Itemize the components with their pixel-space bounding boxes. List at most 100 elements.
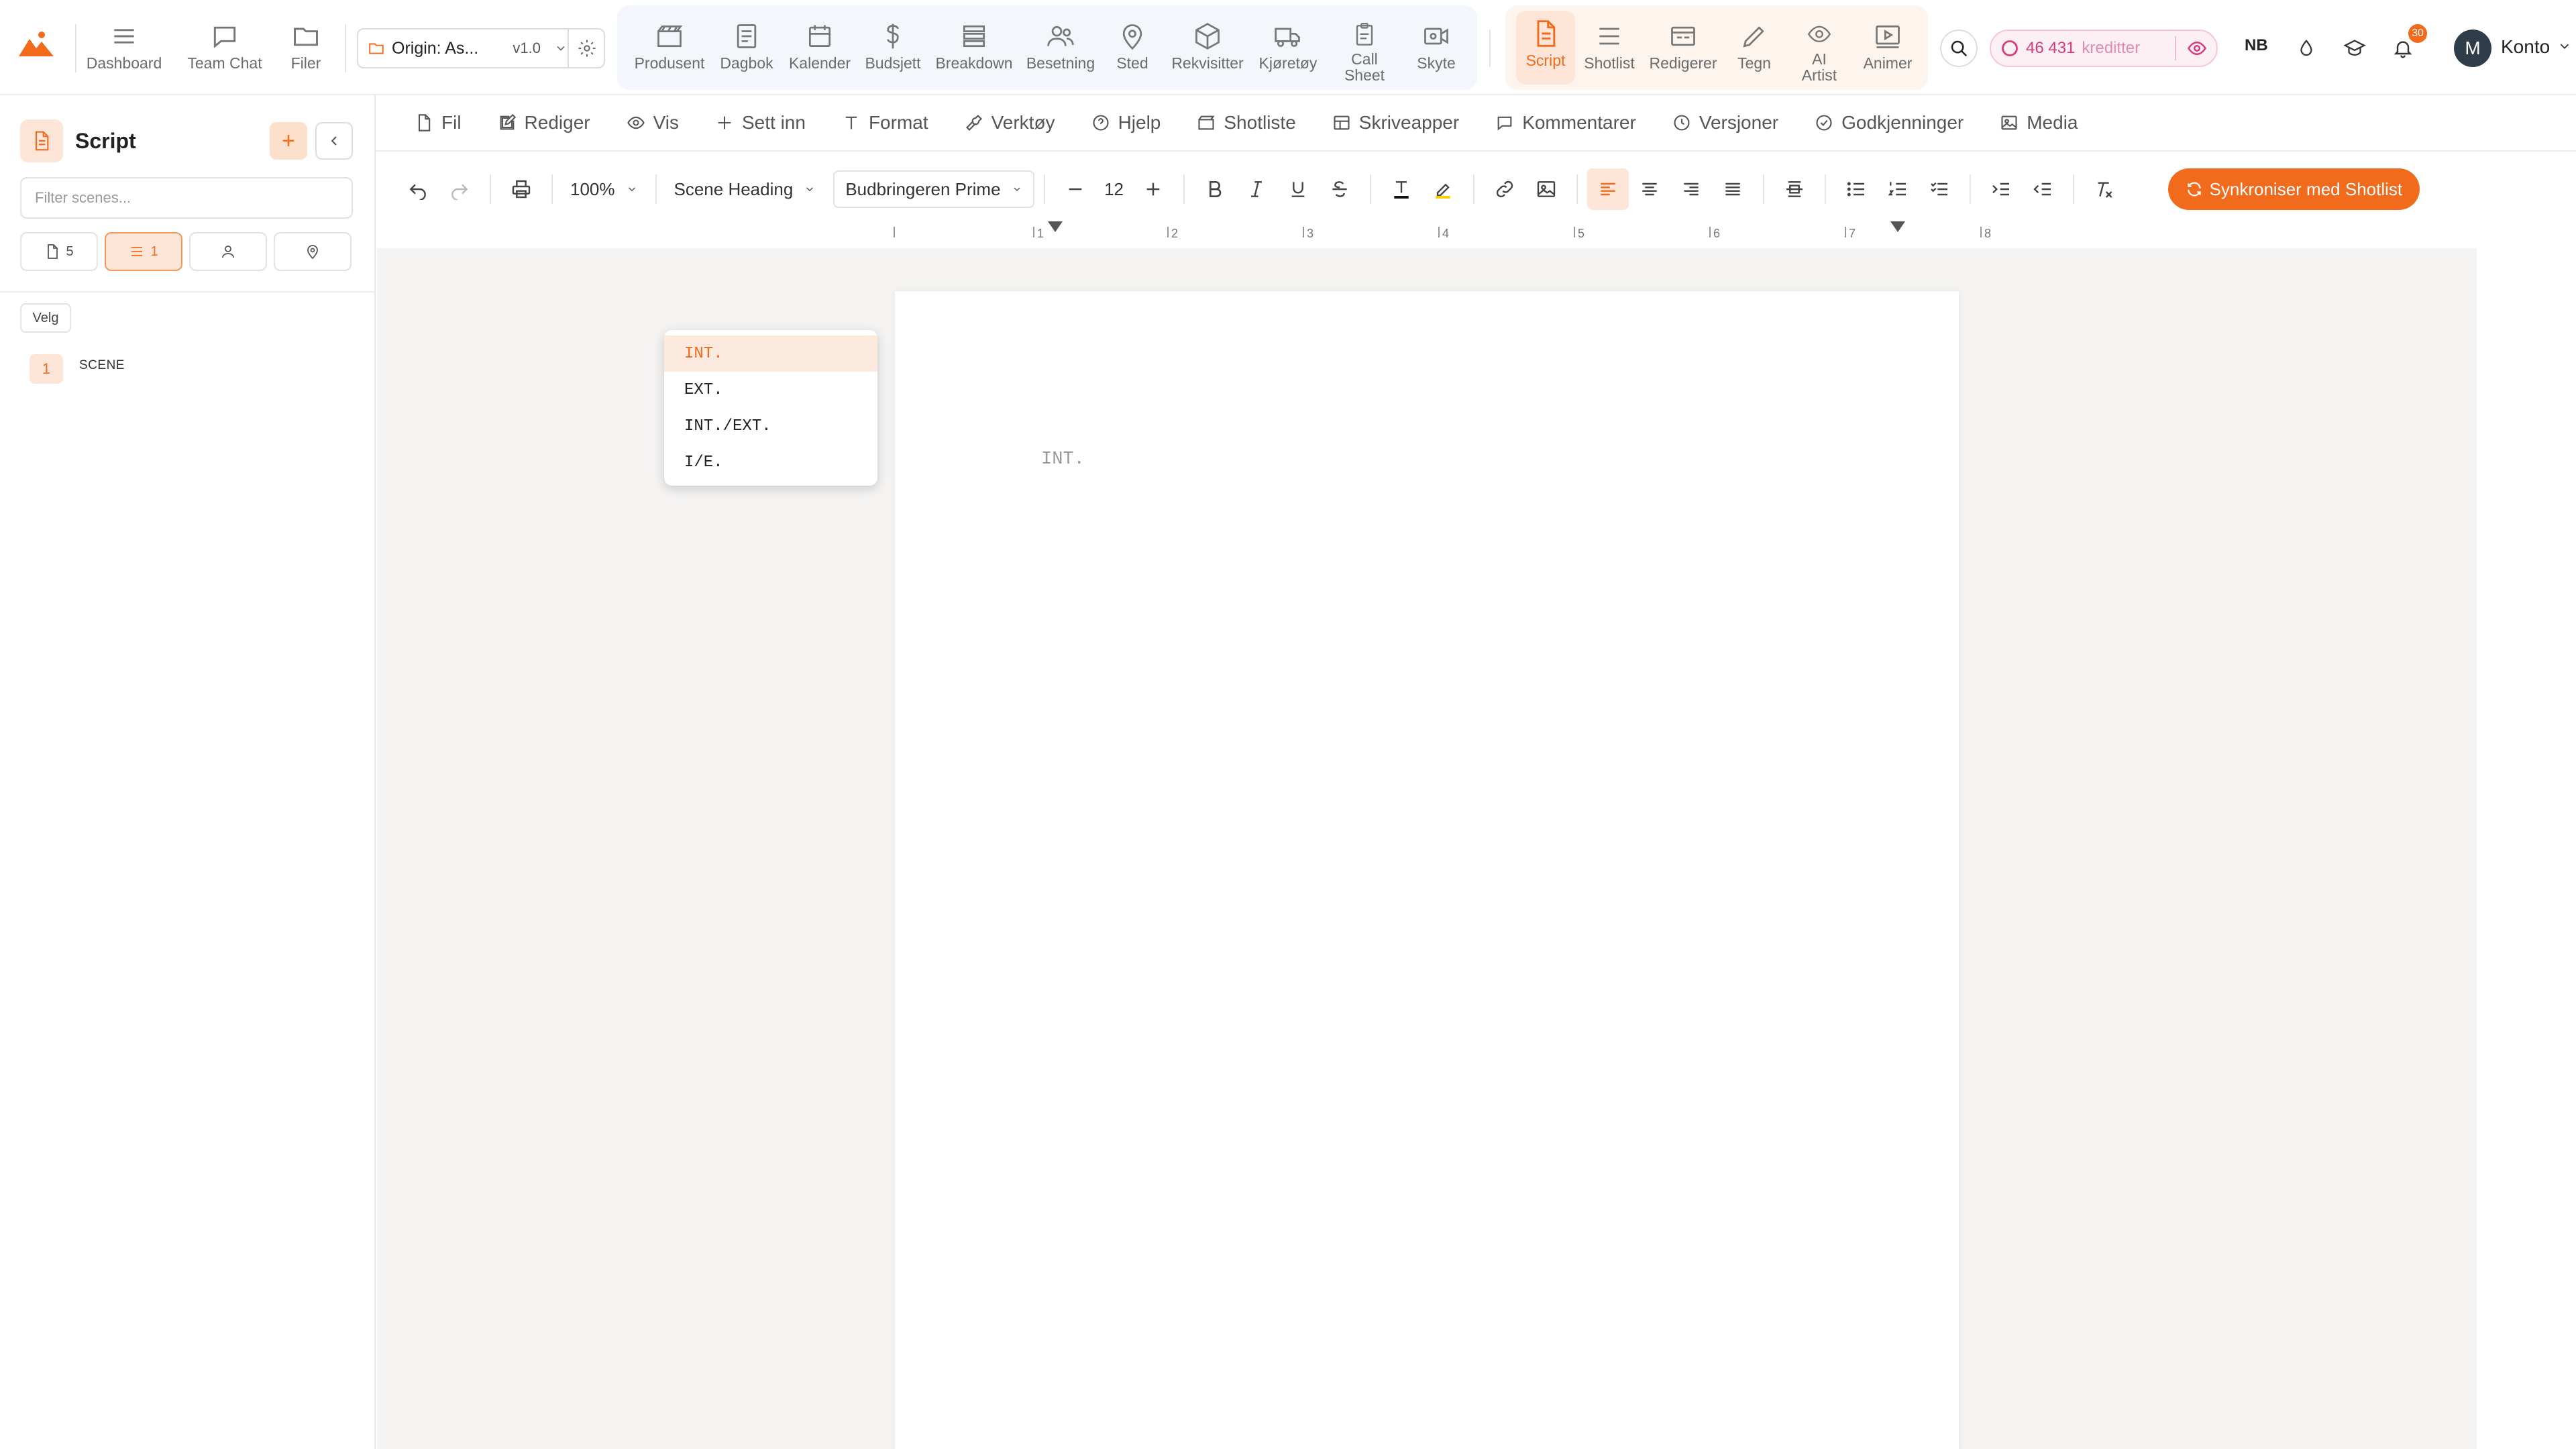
location-icon: [307, 245, 318, 260]
chevron-down-icon[interactable]: [2557, 39, 2572, 54]
tab-budsjett[interactable]: Budsjett: [861, 13, 924, 83]
align-center-button[interactable]: [1629, 168, 1670, 210]
language-selector[interactable]: NB: [2245, 36, 2268, 55]
left-indent-marker[interactable]: [1048, 221, 1063, 232]
filter-scenes-input[interactable]: [20, 177, 353, 219]
ruler-label: 1: [1037, 227, 1044, 240]
eye-icon[interactable]: [2187, 38, 2207, 58]
suggestion-item[interactable]: I/E.: [664, 444, 877, 480]
ruler-tick: [1167, 227, 1169, 237]
align-justify-button[interactable]: [1712, 168, 1754, 210]
tab-scenes[interactable]: 1: [105, 232, 182, 271]
sync-shotlist-button[interactable]: Synkroniser med Shotlist: [2167, 168, 2420, 210]
outdent-button[interactable]: [2022, 168, 2063, 210]
tab-ai-artist[interactable]: AI Artist: [1790, 13, 1849, 83]
suggestion-item[interactable]: EXT.: [664, 372, 877, 408]
nav-dashboard[interactable]: Dashboard: [87, 13, 162, 83]
bullet-list-icon: [1847, 182, 1864, 197]
learn-button[interactable]: [2336, 30, 2373, 67]
tab-tegn[interactable]: Tegn: [1725, 13, 1783, 83]
scene-heading-line[interactable]: INT.: [1041, 449, 1085, 470]
menu-format[interactable]: Format: [842, 112, 928, 133]
font-select[interactable]: Budbringeren Prime: [833, 170, 1034, 208]
add-scene-button[interactable]: +: [270, 122, 307, 160]
divider: [1824, 174, 1826, 204]
menu-media[interactable]: Media: [2000, 112, 2078, 133]
menu-vis[interactable]: Vis: [627, 112, 679, 133]
element-type-select[interactable]: Scene Heading: [666, 179, 824, 200]
indent-button[interactable]: [1980, 168, 2022, 210]
menu-sett-inn[interactable]: Sett inn: [715, 112, 806, 133]
menu-hjelp[interactable]: Hjelp: [1091, 112, 1161, 133]
tab-shotlist[interactable]: Shotlist: [1579, 13, 1640, 83]
tab-kalender[interactable]: Kalender: [785, 13, 855, 83]
menu-versjoner[interactable]: Versjoner: [1672, 112, 1778, 133]
avatar[interactable]: M: [2454, 30, 2491, 67]
numbered-list-button[interactable]: [1877, 168, 1919, 210]
align-right-button[interactable]: [1670, 168, 1712, 210]
tab-characters[interactable]: [189, 232, 267, 271]
menu-fil[interactable]: Fil: [415, 112, 462, 133]
tab-script[interactable]: Script: [1516, 11, 1575, 85]
tab-breakdown[interactable]: Breakdown: [931, 13, 1017, 83]
menu-label: Rediger: [524, 112, 590, 133]
theme-button[interactable]: [2288, 30, 2325, 67]
nav-team-chat[interactable]: Team Chat: [181, 13, 268, 83]
tab-locations[interactable]: [274, 232, 352, 271]
suggestion-item[interactable]: INT.: [664, 335, 877, 372]
italic-button[interactable]: [1236, 168, 1277, 210]
bullet-list-button[interactable]: [1835, 168, 1877, 210]
app-logo[interactable]: [17, 30, 55, 59]
print-button[interactable]: [500, 168, 542, 210]
tab-call-sheet[interactable]: Call Sheet: [1331, 13, 1398, 83]
scene-list-item[interactable]: 1 SCENE: [30, 354, 125, 384]
checklist-button[interactable]: [1919, 168, 1960, 210]
zoom-select[interactable]: 100%: [562, 179, 646, 200]
menu-label: Skriveapper: [1358, 112, 1460, 133]
tab-produsent[interactable]: Produsent: [631, 13, 708, 83]
account-menu[interactable]: Konto: [2501, 36, 2550, 58]
search-button[interactable]: [1940, 30, 1978, 67]
divider: [1762, 174, 1764, 204]
nav-filer[interactable]: Filer: [279, 13, 333, 83]
tab-skyte[interactable]: Skyte: [1405, 13, 1468, 83]
collapse-sidebar-button[interactable]: [315, 122, 353, 160]
undo-button[interactable]: [397, 168, 439, 210]
insert-image-button[interactable]: [1525, 168, 1567, 210]
clear-formatting-button[interactable]: [2084, 168, 2125, 210]
credits-badge[interactable]: 46 431 kreditter: [1990, 30, 2218, 67]
script-page[interactable]: INT.: [895, 291, 1959, 1449]
align-left-button[interactable]: [1587, 168, 1629, 210]
increase-font-size-button[interactable]: [1132, 168, 1174, 210]
page-break-button[interactable]: [1774, 168, 1815, 210]
text-color-button[interactable]: [1381, 168, 1422, 210]
tab-rekvisitter[interactable]: Rekvisitter: [1166, 13, 1249, 83]
ruler-tick: [1980, 227, 1982, 237]
strikethrough-button[interactable]: [1319, 168, 1360, 210]
tab-redigerer[interactable]: Redigerer: [1645, 13, 1721, 83]
tab-dagbok[interactable]: Dagbok: [715, 13, 778, 83]
link-button[interactable]: [1484, 168, 1525, 210]
redo-button[interactable]: [439, 168, 480, 210]
tab-kjoretoy[interactable]: Kjøretøy: [1254, 13, 1322, 83]
select-button[interactable]: Velg: [20, 303, 71, 333]
menu-rediger[interactable]: Rediger: [498, 112, 590, 133]
decrease-font-size-button[interactable]: [1055, 168, 1096, 210]
tab-besetning[interactable]: Besetning: [1021, 13, 1100, 83]
right-indent-marker[interactable]: [1890, 221, 1905, 232]
menu-shotliste[interactable]: Shotliste: [1197, 112, 1296, 133]
menu-skriveapper[interactable]: Skriveapper: [1332, 112, 1459, 133]
tab-sted[interactable]: Sted: [1106, 13, 1159, 83]
menu-kommentarer[interactable]: Kommentarer: [1495, 112, 1636, 133]
menu-godkjenninger[interactable]: Godkjenninger: [1815, 112, 1964, 133]
highlight-button[interactable]: [1422, 168, 1464, 210]
tab-pages[interactable]: 5: [20, 232, 98, 271]
font-size-value[interactable]: 12: [1096, 179, 1132, 200]
strikethrough-icon: [1332, 181, 1347, 197]
tab-animer[interactable]: Animer: [1856, 13, 1920, 83]
bold-button[interactable]: [1194, 168, 1236, 210]
project-settings-button[interactable]: [568, 28, 605, 68]
underline-button[interactable]: [1277, 168, 1319, 210]
menu-verktoy[interactable]: Verktøy: [965, 112, 1055, 133]
suggestion-item[interactable]: INT./EXT.: [664, 408, 877, 444]
